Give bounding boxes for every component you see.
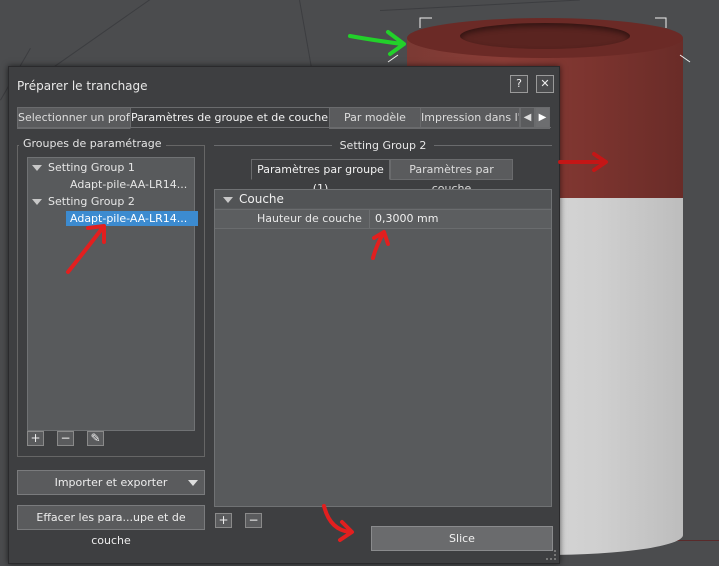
category-label: Couche	[239, 192, 284, 206]
tree-item-label: Setting Group 1	[48, 161, 135, 174]
add-property-button[interactable]: +	[215, 513, 232, 528]
prepare-slicing-dialog: Préparer le tranchage ? ✕ Selectionner u…	[8, 66, 560, 564]
remove-property-button[interactable]: −	[245, 513, 262, 528]
tab-print-order[interactable]: Impression dans l'ordre	[420, 107, 520, 129]
column-divider	[369, 210, 370, 228]
property-layer-height[interactable]: Hauteur de couche 0,3000 mm	[215, 209, 551, 229]
chevron-down-icon	[188, 480, 198, 486]
dialog-titlebar[interactable]: Préparer le tranchage ? ✕	[9, 67, 559, 103]
edit-group-icon[interactable]: ✎	[87, 431, 104, 446]
clear-settings-button[interactable]: Effacer les para...upe et de couche	[17, 505, 205, 547]
tab-scroll-left-icon[interactable]: ◀	[520, 107, 535, 129]
right-panel-header: Setting Group 2	[214, 139, 552, 152]
tab-group-settings[interactable]: Paramètres par groupe (1)	[251, 159, 390, 195]
import-export-label: Importer et exporter	[54, 476, 168, 489]
resize-grip-icon[interactable]	[546, 550, 556, 560]
expand-caret-icon[interactable]	[32, 165, 42, 171]
expand-caret-icon[interactable]	[32, 199, 42, 205]
add-group-button[interactable]: +	[27, 431, 44, 446]
help-button[interactable]: ?	[510, 75, 528, 93]
collapse-caret-icon[interactable]	[223, 196, 233, 203]
model-hole	[460, 23, 630, 49]
divider	[434, 145, 552, 146]
tab-per-model[interactable]: Par modèle	[329, 107, 421, 129]
properties-panel: Couche Hauteur de couche 0,3000 mm	[214, 189, 552, 507]
tab-layer-settings[interactable]: Paramètres par couche	[390, 159, 513, 195]
tree-item-group-1[interactable]: Setting Group 1	[32, 160, 135, 175]
close-button[interactable]: ✕	[536, 75, 554, 93]
settings-groups-title: Groupes de paramétrage	[19, 137, 166, 150]
tabs-divider	[17, 127, 551, 128]
tree-item-group-2[interactable]: Setting Group 2	[32, 194, 135, 209]
main-tabs: Selectionner un profil Paramètres de gro…	[17, 107, 551, 129]
property-value[interactable]: 0,3000 mm	[375, 210, 438, 228]
tree-item-model[interactable]: Adapt-pile-AA-LR14...	[70, 177, 187, 192]
tab-scroll-right-icon[interactable]: ▶	[535, 107, 550, 129]
settings-groups-tree: Setting Group 1 Adapt-pile-AA-LR14... Se…	[27, 157, 198, 431]
property-key: Hauteur de couche	[257, 212, 362, 225]
tree-item-model-selected[interactable]: Adapt-pile-AA-LR14...	[66, 211, 198, 226]
slice-button[interactable]: Slice	[371, 526, 553, 551]
tree-item-label: Setting Group 2	[48, 195, 135, 208]
grid-line	[380, 0, 580, 11]
import-export-dropdown[interactable]: Importer et exporter	[17, 470, 205, 495]
tab-group-layer-settings[interactable]: Paramètres de groupe et de couche (2)	[130, 107, 330, 129]
category-couche[interactable]: Couche	[215, 190, 551, 208]
tab-select-profile[interactable]: Selectionner un profil	[17, 107, 131, 129]
dialog-title: Préparer le tranchage	[17, 79, 148, 93]
remove-group-button[interactable]: −	[57, 431, 74, 446]
